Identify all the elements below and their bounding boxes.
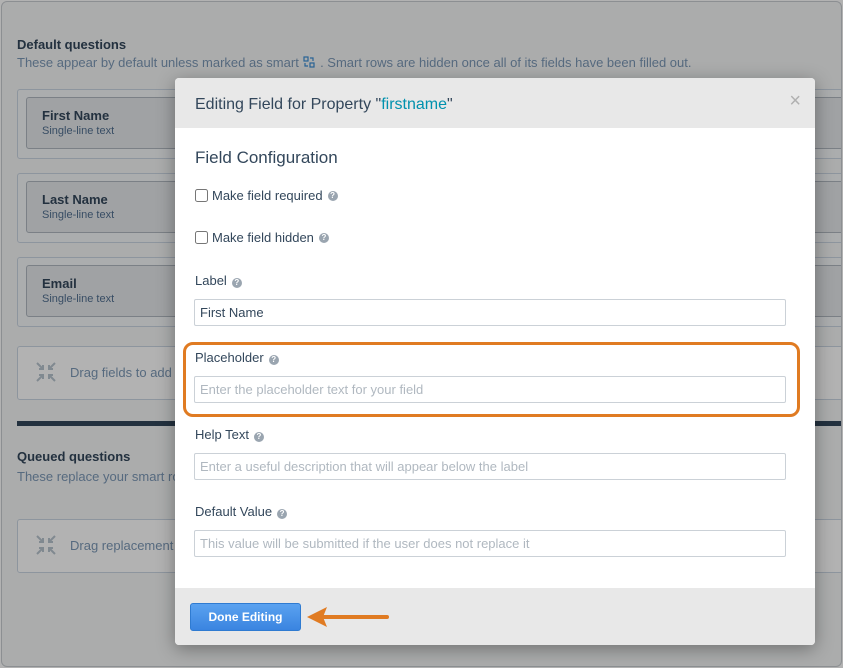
default-value-field-label: Default Value? [195,504,288,519]
help-icon[interactable]: ? [318,232,329,243]
help-icon[interactable]: ? [231,278,242,288]
placeholder-field-label: Placeholder? [195,350,279,365]
placeholder-input[interactable] [194,376,786,403]
modal-footer: Done Editing [175,588,815,645]
help-text-input[interactable] [194,453,786,480]
label-input[interactable] [194,299,786,326]
property-name: firstname [381,96,447,113]
help-icon[interactable]: ? [253,432,264,442]
modal-title: Editing Field for Property "firstname" [195,96,453,113]
arrow-annotation-icon [307,607,389,627]
help-text-field-label: Help Text? [195,427,264,442]
hidden-label: Make field hidden [212,230,314,245]
required-checkbox-row[interactable]: Make field required ? [195,188,338,203]
help-icon[interactable]: ? [277,509,288,519]
help-icon[interactable]: ? [268,355,279,365]
done-editing-button[interactable]: Done Editing [190,603,301,631]
label-field-label: Label? [195,273,242,288]
required-checkbox[interactable] [195,189,208,202]
hidden-checkbox-row[interactable]: Make field hidden ? [195,230,329,245]
help-icon[interactable]: ? [327,190,338,201]
field-configuration-heading: Field Configuration [195,148,338,167]
modal-body: Field Configuration [175,128,815,168]
close-icon[interactable]: × [789,91,801,111]
hidden-checkbox[interactable] [195,231,208,244]
edit-field-modal: Editing Field for Property "firstname" ×… [175,78,815,645]
modal-header: Editing Field for Property "firstname" × [175,78,815,128]
default-value-input[interactable] [194,530,786,557]
required-label: Make field required [212,188,323,203]
